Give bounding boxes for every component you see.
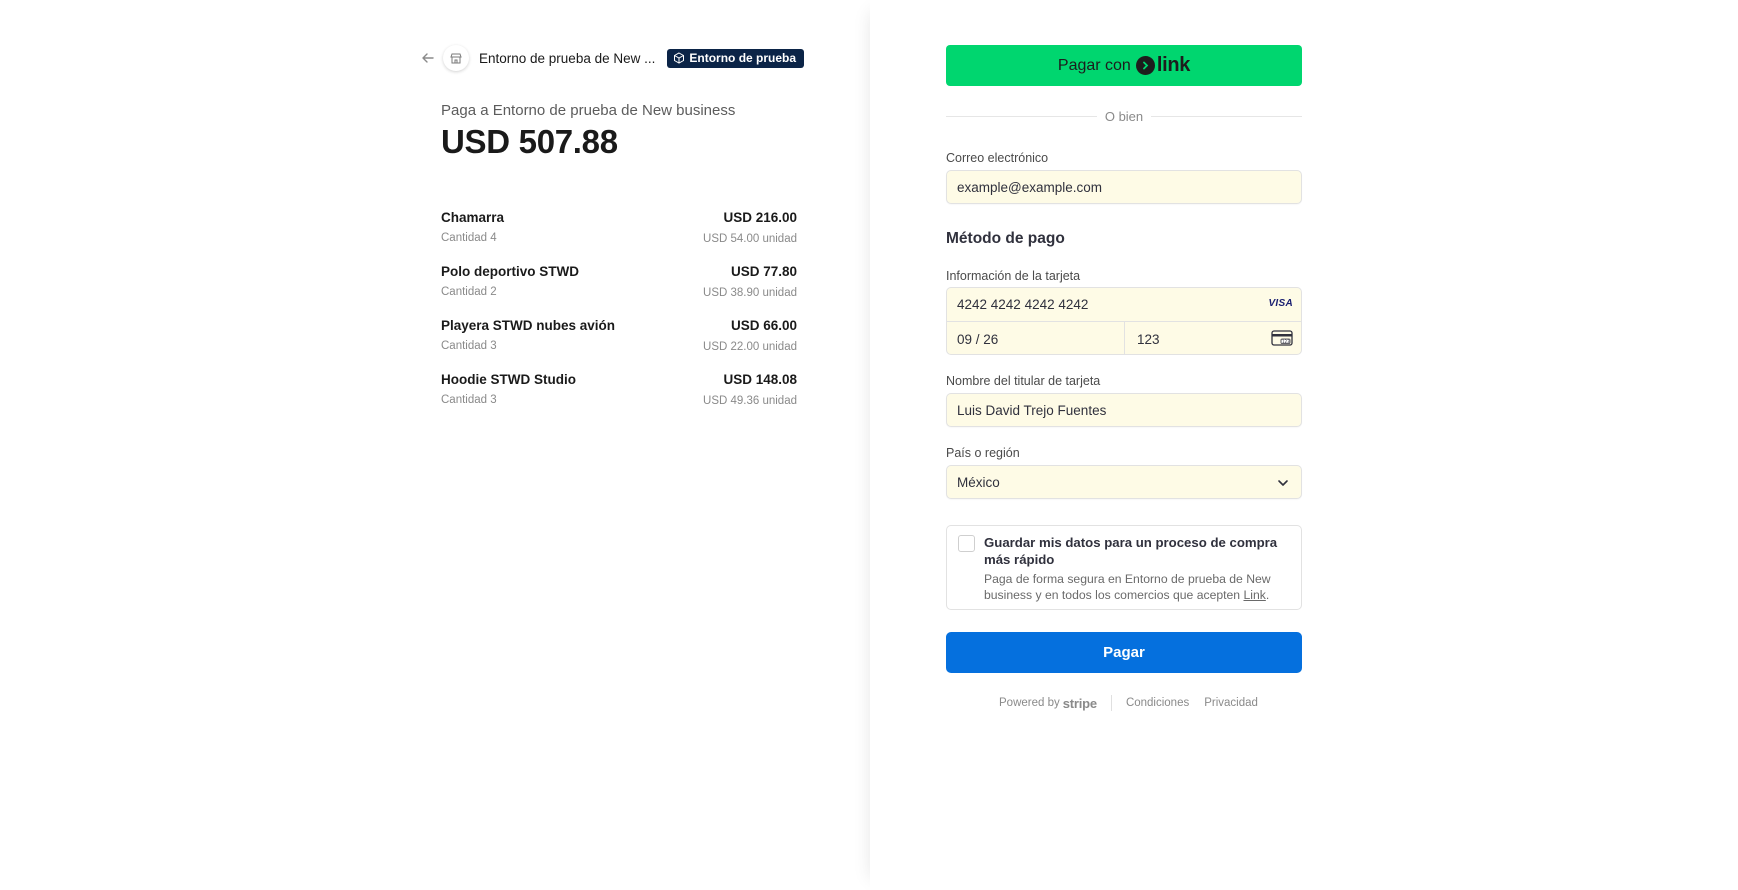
pay-button[interactable]: Pagar <box>946 632 1302 673</box>
save-info-title: Guardar mis datos para un proceso de com… <box>984 535 1278 567</box>
email-field[interactable]: example@example.com <box>946 170 1302 204</box>
item-quantity: Cantidad 2 <box>441 286 497 298</box>
test-mode-badge: Entorno de prueba <box>667 48 805 68</box>
line-item: Playera STWD nubes avión Cantidad 3 USD … <box>441 318 797 372</box>
card-cvc-field[interactable]: 123 123 <box>1125 322 1301 354</box>
save-info-desc-text: Paga de forma segura en Entorno de prueb… <box>984 572 1271 602</box>
card-number-value: 4242 4242 4242 4242 <box>957 297 1089 312</box>
cardholder-name-field[interactable]: Luis David Trejo Fuentes <box>946 393 1302 427</box>
item-unit-price: USD 54.00 unidad <box>703 233 797 245</box>
arrow-left-icon[interactable] <box>419 49 437 67</box>
store-icon <box>443 45 469 71</box>
powered-by-stripe[interactable]: Powered by stripe <box>999 696 1097 711</box>
item-unit-price: USD 22.00 unidad <box>703 341 797 353</box>
pay-with-link-button[interactable]: Pagar con link <box>946 45 1302 86</box>
link-logo: link <box>1135 54 1191 77</box>
link-info-link[interactable]: Link <box>1243 588 1265 602</box>
item-quantity: Cantidad 4 <box>441 232 497 244</box>
chevron-down-icon <box>1277 477 1289 492</box>
merchant-name[interactable]: Entorno de prueba de New ... <box>479 51 655 66</box>
item-unit-price: USD 38.90 unidad <box>703 287 797 299</box>
item-price: USD 216.00 <box>723 210 797 225</box>
item-unit-price: USD 49.36 unidad <box>703 395 797 407</box>
card-info-label: Información de la tarjeta <box>946 269 1081 283</box>
country-label: País o región <box>946 446 1020 460</box>
pay-to-text: Paga a Entorno de prueba de New business <box>441 102 736 119</box>
checkout-header: Entorno de prueba de New ... Entorno de … <box>419 44 805 72</box>
card-info-group: 4242 4242 4242 4242 VISA 09 / 26 123 123 <box>946 287 1302 355</box>
line-item: Polo deportivo STWD Cantidad 2 USD 77.80… <box>441 264 797 318</box>
country-select[interactable]: México <box>946 465 1302 499</box>
payment-form-pane <box>870 0 1738 890</box>
link-button-label: Pagar con <box>1057 56 1131 74</box>
item-quantity: Cantidad 3 <box>441 340 497 352</box>
item-price: USD 66.00 <box>730 318 797 333</box>
item-name: Hoodie STWD Studio <box>441 372 576 387</box>
cube-icon <box>674 52 685 64</box>
terms-link[interactable]: Condiciones <box>1126 697 1189 709</box>
line-item: Chamarra Cantidad 4 USD 216.00 USD 54.00… <box>441 210 797 264</box>
item-name: Chamarra <box>441 210 505 225</box>
or-divider: O bien <box>946 107 1302 125</box>
card-expiry-field[interactable]: 09 / 26 <box>947 322 1125 354</box>
or-divider-text: O bien <box>1104 108 1144 124</box>
privacy-link[interactable]: Privacidad <box>1204 697 1258 709</box>
line-item: Hoodie STWD Studio Cantidad 3 USD 148.08… <box>441 372 797 426</box>
card-cvc-value: 123 <box>1137 331 1160 347</box>
visa-icon: VISA <box>1268 298 1293 309</box>
item-name: Playera STWD nubes avión <box>441 318 616 333</box>
link-brand-text: link <box>1156 54 1191 76</box>
powered-by-text: Powered by <box>999 697 1060 709</box>
save-info-checkbox[interactable] <box>958 535 975 552</box>
save-info-description: Paga de forma segura en Entorno de prueb… <box>984 571 1294 603</box>
cvc-card-icon: 123 <box>1271 330 1293 349</box>
payment-method-title: Método de pago <box>946 230 1065 247</box>
test-badge-label: Entorno de prueba <box>689 51 797 65</box>
save-info-box: Guardar mis datos para un proceso de com… <box>946 525 1302 610</box>
stripe-logo: stripe <box>1062 695 1097 711</box>
order-summary-pane <box>0 0 870 890</box>
card-number-field[interactable]: 4242 4242 4242 4242 VISA <box>947 288 1301 322</box>
item-name: Polo deportivo STWD <box>441 264 579 279</box>
link-arrow-icon <box>1135 56 1155 75</box>
item-quantity: Cantidad 3 <box>441 394 497 406</box>
country-select-value: México <box>957 474 1000 490</box>
total-amount: USD 507.88 <box>441 123 618 160</box>
save-info-desc-end: . <box>1265 588 1270 602</box>
svg-text:123: 123 <box>1282 339 1290 344</box>
email-label: Correo electrónico <box>946 151 1049 165</box>
item-price: USD 148.08 <box>723 372 797 387</box>
item-price: USD 77.80 <box>730 264 797 279</box>
footer: Powered by stripe Condiciones Privacidad <box>999 694 1273 712</box>
line-items-list: Chamarra Cantidad 4 USD 216.00 USD 54.00… <box>441 210 797 426</box>
footer-separator <box>1110 695 1112 711</box>
cardholder-label: Nombre del titular de tarjeta <box>946 374 1101 388</box>
